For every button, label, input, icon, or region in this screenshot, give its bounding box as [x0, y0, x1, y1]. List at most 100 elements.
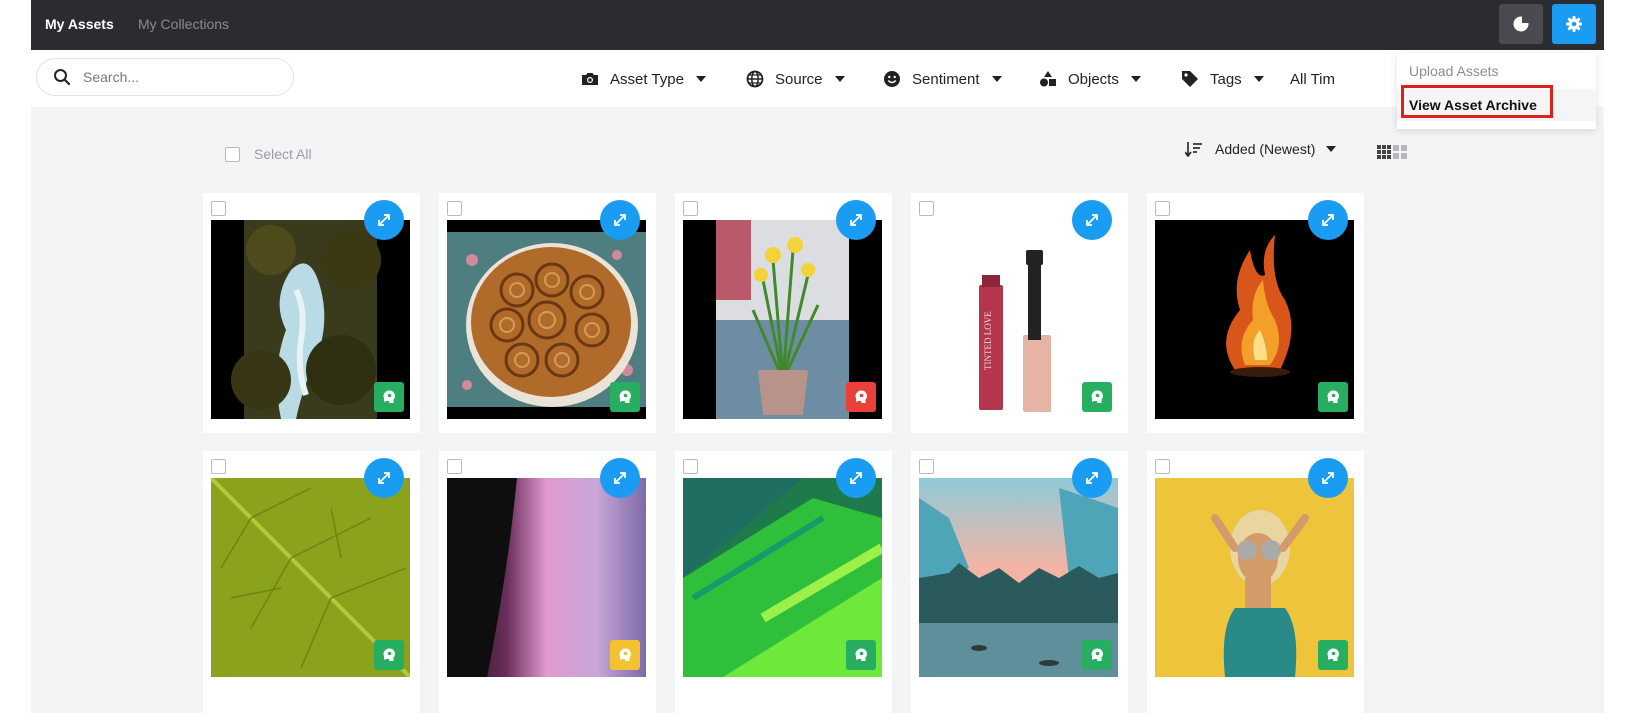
head-icon	[383, 390, 395, 403]
sentiment-badge[interactable]	[610, 640, 640, 670]
asset-checkbox[interactable]	[211, 201, 226, 216]
sentiment-badge[interactable]	[610, 382, 640, 412]
expand-button[interactable]	[836, 458, 876, 498]
app-frame: My Assets My Collections Search... Asset…	[31, 0, 1604, 713]
expand-icon	[850, 214, 862, 226]
pie-chart-icon	[1513, 15, 1530, 32]
filter-label: Sentiment	[912, 70, 980, 88]
settings-dropdown: Upload Assets View Asset Archive	[1397, 53, 1596, 129]
sentiment-badge[interactable]	[1318, 382, 1348, 412]
head-icon	[855, 390, 867, 403]
expand-button[interactable]	[1072, 200, 1112, 240]
filter-label: Tags	[1210, 70, 1242, 88]
filter-label: Asset Type	[610, 70, 684, 88]
asset-card[interactable]: TINTED LOVE	[911, 193, 1128, 433]
analytics-button[interactable]	[1499, 4, 1543, 44]
filter-label: Objects	[1068, 70, 1119, 88]
globe-icon	[745, 69, 765, 89]
select-all[interactable]: Select All	[211, 146, 312, 162]
sentiment-badge[interactable]	[846, 640, 876, 670]
expand-button[interactable]	[1072, 458, 1112, 498]
tab-my-collections[interactable]: My Collections	[138, 16, 229, 32]
expand-icon	[1086, 472, 1098, 484]
filter-source[interactable]: Source	[745, 68, 845, 90]
expand-icon	[378, 214, 390, 226]
search-box	[36, 58, 294, 96]
caret-down-icon	[834, 76, 845, 82]
asset-checkbox[interactable]	[683, 201, 698, 216]
sort-dropdown[interactable]: Added (Newest)	[1185, 138, 1337, 160]
caret-down-icon	[1326, 146, 1337, 152]
head-icon	[1091, 390, 1103, 403]
asset-card[interactable]	[911, 451, 1128, 713]
expand-icon	[614, 214, 626, 226]
sentiment-badge[interactable]	[1082, 640, 1112, 670]
asset-checkbox[interactable]	[683, 459, 698, 474]
head-icon	[1327, 390, 1339, 403]
expand-button[interactable]	[1308, 200, 1348, 240]
expand-icon	[1322, 472, 1334, 484]
filter-tags[interactable]: Tags	[1180, 68, 1264, 90]
expand-button[interactable]	[600, 200, 640, 240]
top-bar: My Assets My Collections	[31, 0, 1604, 50]
select-all-checkbox[interactable]	[225, 146, 240, 162]
asset-card[interactable]	[1147, 193, 1364, 433]
expand-button[interactable]	[364, 458, 404, 498]
head-icon	[1091, 648, 1103, 661]
asset-card[interactable]	[675, 451, 892, 713]
smiley-icon	[882, 69, 902, 89]
tiles-view-icon[interactable]	[1393, 145, 1407, 159]
expand-icon	[378, 472, 390, 484]
upload-assets-menu-item[interactable]: Upload Assets	[1397, 55, 1596, 87]
product-label: TINTED LOVE	[983, 311, 993, 370]
asset-checkbox[interactable]	[919, 459, 934, 474]
settings-button[interactable]	[1552, 4, 1596, 44]
camera-icon	[580, 69, 600, 89]
asset-card[interactable]	[439, 451, 656, 713]
expand-icon	[614, 472, 626, 484]
sentiment-badge[interactable]	[1082, 382, 1112, 412]
sort-icon	[1185, 142, 1202, 157]
asset-card[interactable]	[1147, 451, 1364, 713]
filter-label: Source	[775, 70, 823, 88]
asset-checkbox[interactable]	[1155, 459, 1170, 474]
asset-card[interactable]	[203, 193, 420, 433]
caret-down-icon	[991, 76, 1002, 82]
sentiment-badge[interactable]	[374, 382, 404, 412]
asset-card[interactable]	[203, 451, 420, 713]
tab-my-assets[interactable]: My Assets	[45, 16, 114, 32]
asset-checkbox[interactable]	[211, 459, 226, 474]
select-all-label: Select All	[254, 146, 312, 162]
sentiment-badge[interactable]	[846, 382, 876, 412]
expand-icon	[1086, 214, 1098, 226]
head-icon	[619, 648, 631, 661]
head-icon	[1327, 648, 1339, 661]
expand-button[interactable]	[364, 200, 404, 240]
filter-asset-type[interactable]: Asset Type	[580, 68, 706, 90]
expand-button[interactable]	[1308, 458, 1348, 498]
sentiment-badge[interactable]	[1318, 640, 1348, 670]
caret-down-icon	[1253, 76, 1264, 82]
asset-checkbox[interactable]	[447, 459, 462, 474]
shapes-icon	[1038, 69, 1058, 89]
head-icon	[855, 648, 867, 661]
asset-card[interactable]	[439, 193, 656, 433]
expand-button[interactable]	[600, 458, 640, 498]
asset-card[interactable]	[675, 193, 892, 433]
filter-sentiment[interactable]: Sentiment	[882, 68, 1002, 90]
asset-checkbox[interactable]	[919, 201, 934, 216]
expand-button[interactable]	[836, 200, 876, 240]
head-icon	[383, 648, 395, 661]
asset-checkbox[interactable]	[1155, 201, 1170, 216]
filter-time-range[interactable]: All Tim	[1290, 68, 1335, 90]
filter-label: All Tim	[1290, 70, 1335, 88]
grid-view-icon[interactable]	[1377, 145, 1391, 159]
caret-down-icon	[1130, 76, 1141, 82]
sentiment-badge[interactable]	[374, 640, 404, 670]
search-input[interactable]	[83, 67, 283, 87]
head-icon	[619, 390, 631, 403]
view-toggle	[1377, 145, 1407, 159]
sort-label: Added (Newest)	[1215, 141, 1316, 157]
asset-checkbox[interactable]	[447, 201, 462, 216]
filter-objects[interactable]: Objects	[1038, 68, 1141, 90]
